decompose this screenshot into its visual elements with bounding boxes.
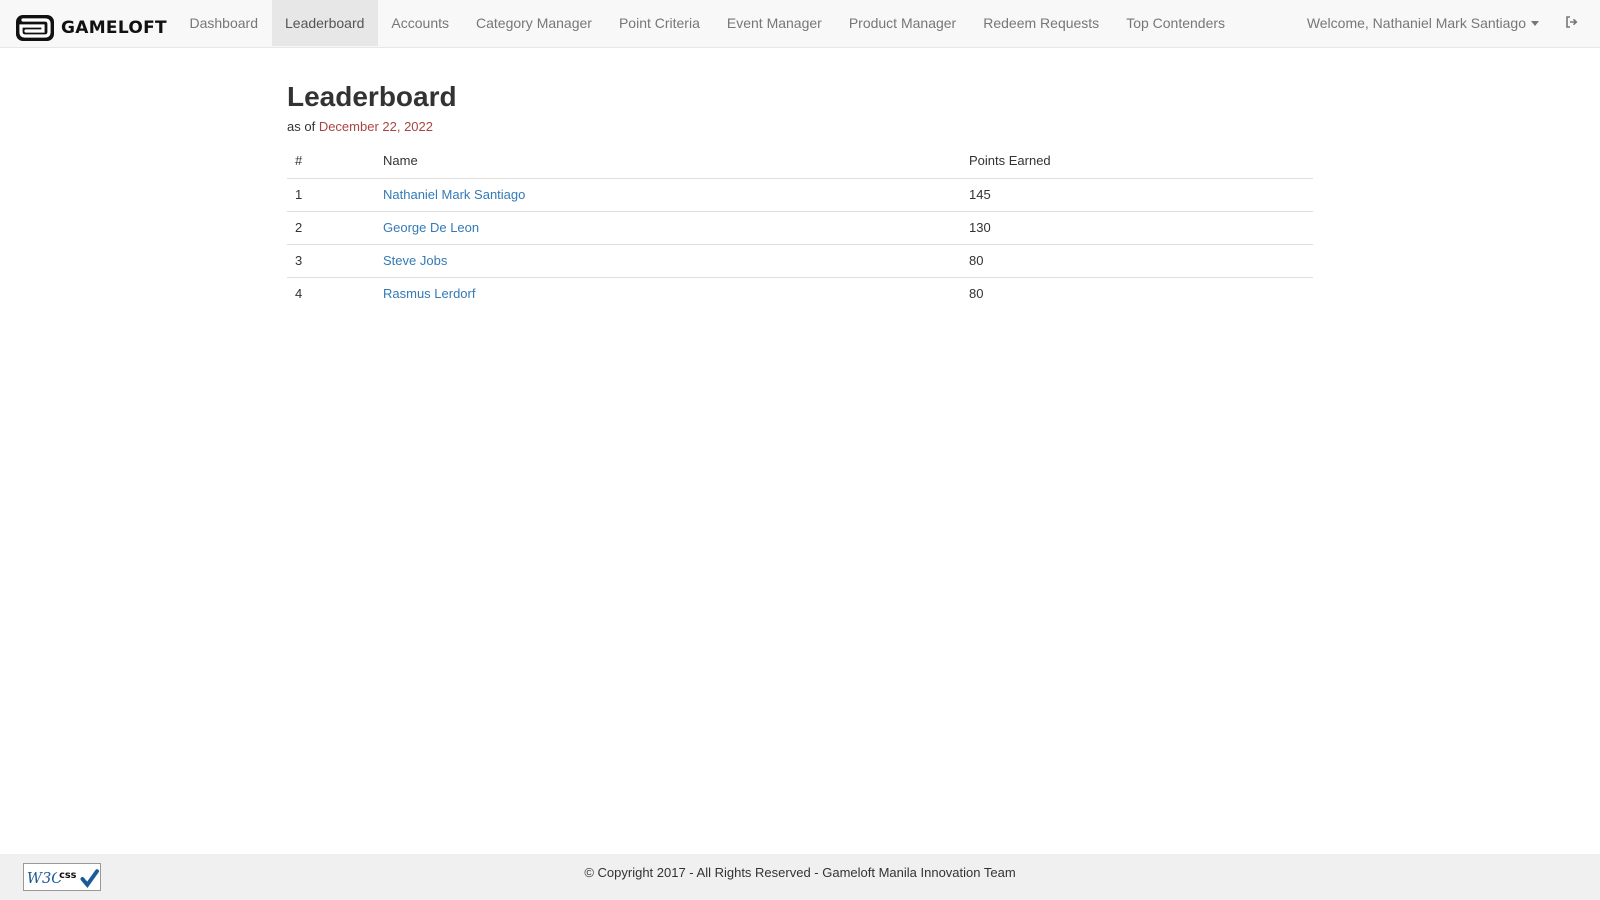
copyright-text: © Copyright 2017 - All Rights Reserved -… — [584, 865, 1016, 880]
header-points: Points Earned — [961, 144, 1313, 179]
leaderboard-date: December 22, 2022 — [318, 119, 433, 134]
nav-event-manager[interactable]: Event Manager — [713, 0, 835, 46]
caret-down-icon — [1531, 20, 1539, 26]
row-rank: 1 — [295, 187, 303, 202]
top-navbar: GAMELOFT Dashboard Leaderboard Accounts … — [0, 0, 1600, 48]
nav-accounts[interactable]: Accounts — [378, 0, 463, 46]
table-header-row: # Name Points Earned — [287, 144, 1313, 179]
page-footer: W3C css © Copyright 2017 - All Rights Re… — [0, 854, 1600, 900]
table-row: 3 Steve Jobs 80 — [287, 243, 1313, 277]
gameloft-logo-icon — [16, 15, 54, 41]
player-link[interactable]: George De Leon — [383, 220, 479, 235]
player-link[interactable]: Steve Jobs — [383, 253, 447, 268]
player-link[interactable]: Nathaniel Mark Santiago — [383, 187, 525, 202]
brand-name: GAMELOFT — [61, 18, 167, 38]
nav-point-criteria[interactable]: Point Criteria — [605, 0, 713, 46]
user-menu: Welcome, Nathaniel Mark Santiago — [1307, 0, 1578, 46]
row-name-cell: Rasmus Lerdorf — [375, 276, 961, 310]
user-dropdown[interactable]: Welcome, Nathaniel Mark Santiago — [1307, 15, 1539, 31]
player-link[interactable]: Rasmus Lerdorf — [383, 286, 475, 301]
subtitle-prefix: as of — [287, 119, 316, 134]
welcome-text: Welcome, Nathaniel Mark Santiago — [1306, 15, 1526, 31]
header-rank: # — [287, 144, 375, 179]
row-points: 145 — [969, 187, 991, 202]
row-name-cell: Nathaniel Mark Santiago — [375, 178, 961, 211]
main-nav: Dashboard Leaderboard Accounts Category … — [176, 0, 1239, 46]
table-row: 4 Rasmus Lerdorf 80 — [287, 276, 1313, 310]
row-rank: 2 — [287, 210, 375, 244]
nav-redeem-requests[interactable]: Redeem Requests — [970, 0, 1113, 46]
row-name-cell: Steve Jobs — [375, 243, 961, 277]
leaderboard-table: # Name Points Earned 1 Nathaniel Mark Sa… — [287, 144, 1313, 310]
sign-out-icon[interactable] — [1565, 16, 1578, 30]
row-rank: 3 — [287, 243, 375, 277]
page-title: Leaderboard — [287, 81, 457, 112]
nav-category-manager[interactable]: Category Manager — [463, 0, 606, 46]
brand-logo[interactable]: GAMELOFT — [15, 14, 167, 42]
nav-product-manager[interactable]: Product Manager — [835, 0, 969, 46]
table-row: 1 Nathaniel Mark Santiago 145 — [287, 178, 1313, 211]
nav-leaderboard[interactable]: Leaderboard — [271, 0, 378, 46]
row-rank: 4 — [287, 276, 375, 310]
row-points: 130 — [961, 210, 1313, 244]
row-points: 80 — [961, 243, 1313, 277]
main-content: Leaderboard as of December 22, 2022 # Na… — [287, 80, 1313, 310]
nav-dashboard[interactable]: Dashboard — [176, 0, 272, 46]
page-subtitle: as of December 22, 2022 — [287, 119, 1313, 135]
row-points: 80 — [961, 276, 1313, 310]
header-name: Name — [375, 144, 961, 179]
table-row: 2 George De Leon 130 — [287, 210, 1313, 244]
row-name-cell: George De Leon — [375, 210, 961, 244]
nav-top-contenders[interactable]: Top Contenders — [1113, 0, 1239, 46]
